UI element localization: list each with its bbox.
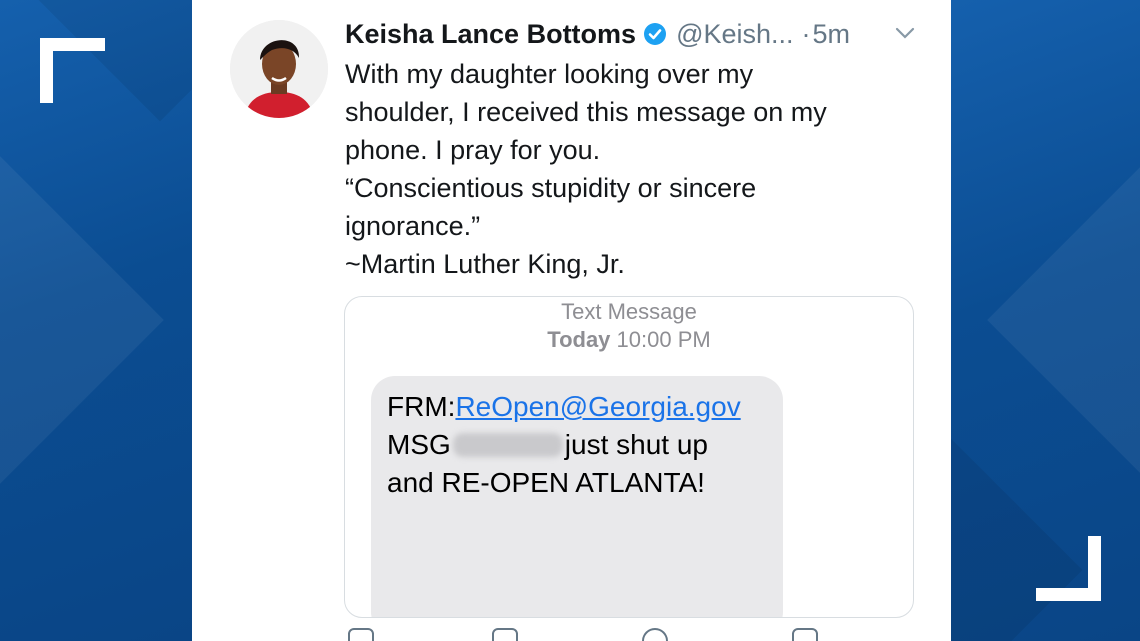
like-icon[interactable] [642, 628, 668, 641]
attached-screenshot-card[interactable]: Text Message Today 10:00 PM FRM:ReOpen@G… [344, 296, 914, 618]
tweet-text-line: shoulder, I received this message on my [345, 97, 827, 127]
retweet-icon[interactable] [492, 628, 518, 641]
message-body: FRM:ReOpen@Georgia.gov MSG just shut up a… [387, 388, 741, 502]
msg-prefix: MSG [387, 429, 451, 460]
tweet-text-line: With my daughter looking over my [345, 59, 754, 89]
share-icon[interactable] [792, 628, 818, 641]
sender-email-link[interactable]: ReOpen@Georgia.gov [455, 391, 740, 422]
avatar[interactable] [230, 20, 328, 118]
redacted-word [452, 433, 563, 457]
tweet-actions [342, 628, 818, 641]
separator-dot: · [801, 18, 811, 49]
tweet-text-line: phone. I pray for you. [345, 135, 601, 165]
tweet-text-line: “Conscientious stupidity or sincere [345, 173, 757, 203]
msg-line3: and RE-OPEN ATLANTA! [387, 467, 705, 498]
author-name[interactable]: Keisha Lance Bottoms [345, 19, 636, 50]
tweet-header: Keisha Lance Bottoms @Keish... · 5m [345, 16, 850, 52]
avatar-portrait-icon [230, 20, 328, 118]
chevron-down-icon[interactable] [894, 22, 916, 44]
from-prefix: FRM: [387, 391, 456, 422]
message-datetime: Today 10:00 PM [345, 327, 913, 353]
tweet-text-line: ~Martin Luther King, Jr. [345, 249, 625, 279]
tweet-panel: Keisha Lance Bottoms @Keish... · 5m With… [192, 0, 951, 641]
msg-text: just shut up [564, 429, 708, 460]
tweet-text-line: ignorance.” [345, 211, 481, 241]
reply-icon[interactable] [348, 628, 374, 641]
author-handle[interactable]: @Keish... [676, 19, 793, 50]
corner-bracket-bottom-right [1036, 536, 1101, 601]
message-bubble: FRM:ReOpen@Georgia.gov MSG just shut up a… [371, 376, 783, 617]
tweet-text: With my daughter looking over my shoulde… [345, 55, 920, 283]
message-date: Today [547, 327, 611, 352]
message-service-label: Text Message [561, 299, 697, 324]
corner-bracket-top-left [40, 38, 105, 103]
verified-badge-icon [644, 23, 667, 45]
message-time: 10:00 PM [616, 327, 711, 352]
tweet-timestamp[interactable]: 5m [813, 19, 851, 50]
